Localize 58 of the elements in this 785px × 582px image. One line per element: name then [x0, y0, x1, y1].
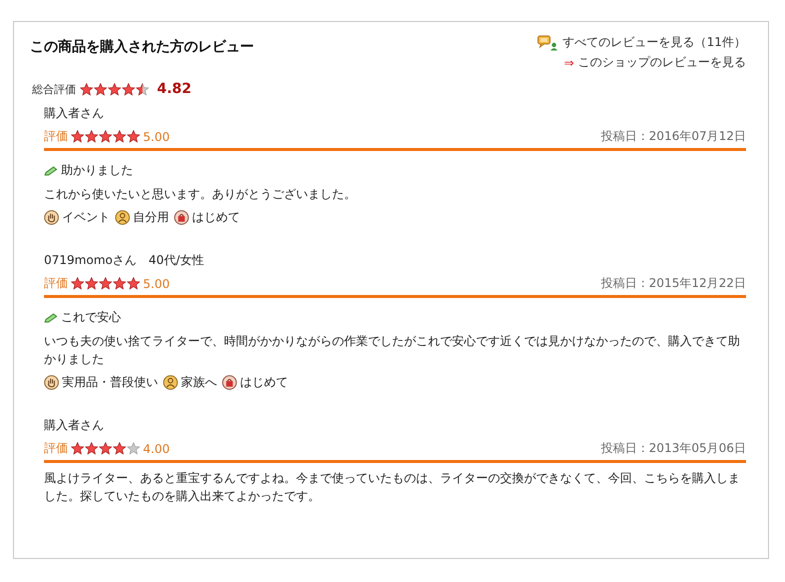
star-icon [99, 442, 112, 455]
pencil-icon [44, 166, 58, 176]
rating-score: 5.00 [143, 276, 170, 290]
star-icon [136, 82, 149, 96]
section-title: この商品を購入された方のレビュー [30, 38, 254, 56]
star-icon [127, 130, 140, 143]
star-icon [71, 442, 84, 455]
rating-score: 4.00 [143, 442, 170, 456]
review-title: 助かりました [61, 162, 133, 179]
star-icon [113, 277, 126, 290]
review-tag: イベント [62, 209, 110, 226]
post-date: 投稿日：2016年07月12日 [600, 128, 746, 145]
hand-icon [44, 210, 59, 225]
overall-rating-label: 総合評価 [32, 82, 76, 96]
rating-label: 評価 [44, 128, 68, 145]
review-text: これから使いたいと思います。ありがとうございました。 [44, 186, 357, 203]
hand-icon [44, 375, 59, 390]
review-text: いつも夫の使い捨てライターで、時間がかかりながらの作業でしたがこれで安心です近くでは見かけなかったので、購入できて助かりました [44, 333, 741, 368]
bag-icon [222, 375, 237, 390]
star-icon [94, 82, 107, 96]
star-icon [85, 442, 98, 455]
all-reviews-link[interactable]: すべてのレビューを見る（11件） [562, 34, 746, 51]
star-icon [85, 130, 98, 143]
arrow-icon: ⇒ [564, 56, 574, 70]
star-icon [71, 277, 84, 290]
star-icon [127, 277, 140, 290]
star-icon [85, 277, 98, 290]
star-icon [99, 277, 112, 290]
chat-user-icon [536, 34, 559, 50]
star-icon [122, 82, 135, 96]
shop-reviews-link[interactable]: このショップのレビューを見る [578, 54, 746, 71]
star-icon [80, 82, 93, 96]
star-icon [108, 82, 121, 96]
bag-icon [174, 210, 189, 225]
review-tag: 実用品・普段使い [62, 374, 158, 391]
reviewer-name: 購入者さん [44, 417, 105, 434]
person-icon [163, 375, 178, 390]
review-tag: はじめて [240, 374, 288, 391]
rating-label: 評価 [44, 440, 68, 457]
review-tag: はじめて [192, 209, 240, 226]
reviewer-name: 購入者さん [44, 105, 105, 122]
rating-score: 5.00 [143, 130, 170, 144]
star-icon [113, 130, 126, 143]
star-icon [113, 442, 126, 455]
star-icon [71, 130, 84, 143]
reviewer-name: 0719momoさん 40代/女性 [44, 252, 205, 269]
person-icon [115, 210, 130, 225]
review-title: これで安心 [61, 309, 121, 326]
star-icon [127, 442, 140, 455]
overall-score: 4.82 [157, 81, 192, 97]
post-date: 投稿日：2013年05月06日 [600, 440, 746, 457]
pencil-icon [44, 312, 58, 322]
review-tag: 家族へ [181, 374, 217, 391]
star-icon [99, 130, 112, 143]
review-text: 風よけライター、あると重宝するんですよね。今まで使っていたものは、ライターの交換ができなくて、今回、こちらを購入しました。探していたものを購入出来てよかったです。 [44, 470, 741, 505]
review-tag: 自分用 [133, 209, 169, 226]
post-date: 投稿日：2015年12月22日 [600, 275, 746, 292]
rating-label: 評価 [44, 275, 68, 292]
